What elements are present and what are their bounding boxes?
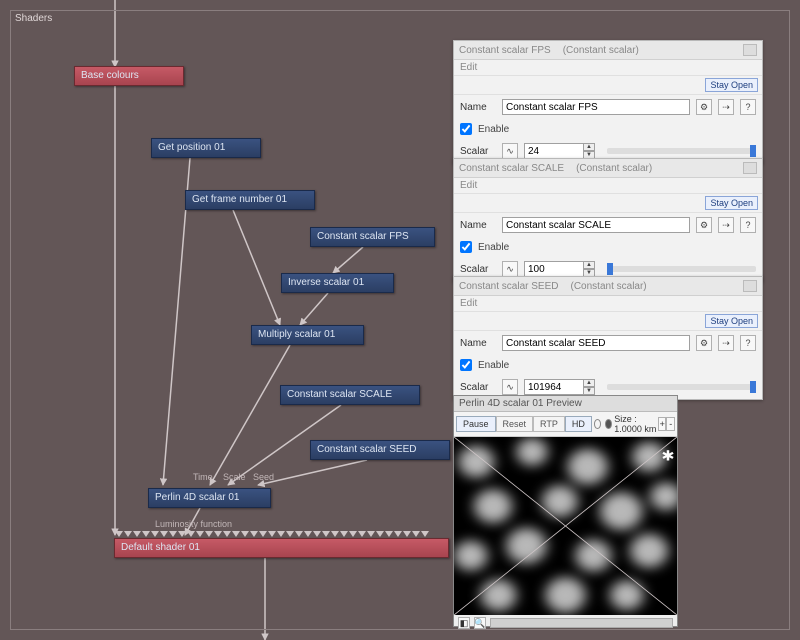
name-label: Name	[460, 102, 496, 113]
node-constant-scalar-seed[interactable]: Constant scalar SEED	[310, 440, 450, 460]
node-perlin-4d-scalar[interactable]: Perlin 4D scalar 01	[148, 488, 271, 508]
preview-title: Perlin 4D scalar 01 Preview	[454, 396, 677, 412]
node-constant-scalar-fps[interactable]: Constant scalar FPS	[310, 227, 435, 247]
stay-open-button[interactable]: Stay Open	[705, 78, 758, 92]
help-icon[interactable]: ?	[740, 99, 756, 115]
scalar-label: Scalar	[460, 382, 496, 393]
view-mode-dot-active[interactable]	[605, 419, 612, 429]
size-plus-button[interactable]: +	[658, 417, 667, 431]
panel-constant-scalar-seed: Constant scalar SEED (Constant scalar) E…	[453, 276, 763, 400]
stay-open-button[interactable]: Stay Open	[705, 314, 758, 328]
spin-down-icon[interactable]: ▼	[583, 387, 595, 395]
shader-input-ports	[115, 530, 445, 538]
enable-label: Enable	[478, 360, 509, 371]
size-minus-button[interactable]: -	[666, 417, 675, 431]
link-icon[interactable]: ⇢	[718, 335, 734, 351]
pause-button[interactable]: Pause	[456, 416, 496, 432]
port-label-luminosity: Luminosity function	[155, 519, 232, 529]
spin-up-icon[interactable]: ▲	[583, 261, 595, 269]
close-icon[interactable]	[743, 280, 757, 292]
edit-menu[interactable]: Edit	[454, 296, 762, 312]
help-icon[interactable]: ?	[740, 217, 756, 233]
size-label: Size : 1.0000 km	[614, 414, 658, 434]
node-constant-scalar-scale[interactable]: Constant scalar SCALE	[280, 385, 420, 405]
panel-title: Constant scalar SEED	[459, 281, 559, 292]
curve-icon[interactable]: ∿	[502, 143, 518, 159]
scalar-label: Scalar	[460, 264, 496, 275]
stay-open-button[interactable]: Stay Open	[705, 196, 758, 210]
enable-label: Enable	[478, 242, 509, 253]
scalar-slider[interactable]	[607, 148, 756, 154]
enable-label: Enable	[478, 124, 509, 135]
node-default-shader[interactable]: Default shader 01	[114, 538, 449, 558]
name-input[interactable]	[502, 99, 690, 115]
panel-title: Constant scalar FPS	[459, 45, 551, 56]
panel-constant-scalar-scale: Constant scalar SCALE (Constant scalar) …	[453, 158, 763, 282]
help-icon[interactable]: ?	[740, 335, 756, 351]
scalar-label: Scalar	[460, 146, 496, 157]
panel-type: (Constant scalar)	[563, 45, 639, 56]
enable-checkbox[interactable]	[460, 359, 472, 371]
node-inverse-scalar[interactable]: Inverse scalar 01	[281, 273, 394, 293]
scalar-input[interactable]	[524, 261, 584, 277]
preview-viewport[interactable]: ✱	[454, 437, 677, 615]
port-label-scale: Scale	[223, 472, 246, 482]
preview-scrollbar[interactable]	[490, 618, 673, 628]
name-input[interactable]	[502, 217, 690, 233]
name-input[interactable]	[502, 335, 690, 351]
hd-button[interactable]: HD	[565, 416, 592, 432]
link-icon[interactable]: ⇢	[718, 99, 734, 115]
close-icon[interactable]	[743, 162, 757, 174]
curve-icon[interactable]: ∿	[502, 379, 518, 395]
panel-type: (Constant scalar)	[571, 281, 647, 292]
link-icon[interactable]: ⇢	[718, 217, 734, 233]
scalar-slider[interactable]	[607, 384, 756, 390]
rtp-button[interactable]: RTP	[533, 416, 565, 432]
panel-type: (Constant scalar)	[576, 163, 652, 174]
spin-up-icon[interactable]: ▲	[583, 143, 595, 151]
edit-menu[interactable]: Edit	[454, 178, 762, 194]
scalar-slider[interactable]	[607, 266, 756, 272]
close-icon[interactable]	[743, 44, 757, 56]
gear-icon[interactable]: ⚙	[696, 99, 712, 115]
port-label-time: Time	[193, 472, 213, 482]
gear-icon[interactable]: ⚙	[696, 335, 712, 351]
port-label-seed: Seed	[253, 472, 274, 482]
name-label: Name	[460, 220, 496, 231]
frame-title: Shaders	[15, 13, 52, 24]
panel-constant-scalar-fps: Constant scalar FPS (Constant scalar) Ed…	[453, 40, 763, 164]
tool-icon[interactable]: ◧	[458, 617, 470, 629]
enable-checkbox[interactable]	[460, 123, 472, 135]
edit-menu[interactable]: Edit	[454, 60, 762, 76]
curve-icon[interactable]: ∿	[502, 261, 518, 277]
view-mode-dot[interactable]	[594, 419, 601, 429]
scalar-input[interactable]	[524, 143, 584, 159]
gear-icon[interactable]: ⚙	[696, 217, 712, 233]
spin-up-icon[interactable]: ▲	[583, 379, 595, 387]
zoom-icon[interactable]: 🔍	[474, 617, 486, 629]
scalar-input[interactable]	[524, 379, 584, 395]
svg-text:✱: ✱	[661, 449, 674, 464]
node-get-frame-number[interactable]: Get frame number 01	[185, 190, 315, 210]
enable-checkbox[interactable]	[460, 241, 472, 253]
panel-title: Constant scalar SCALE	[459, 163, 564, 174]
preview-panel: Perlin 4D scalar 01 Preview Pause Reset …	[453, 395, 678, 627]
reset-button[interactable]: Reset	[496, 416, 534, 432]
node-base-colours[interactable]: Base colours	[74, 66, 184, 86]
name-label: Name	[460, 338, 496, 349]
node-multiply-scalar[interactable]: Multiply scalar 01	[251, 325, 364, 345]
node-get-position[interactable]: Get position 01	[151, 138, 261, 158]
